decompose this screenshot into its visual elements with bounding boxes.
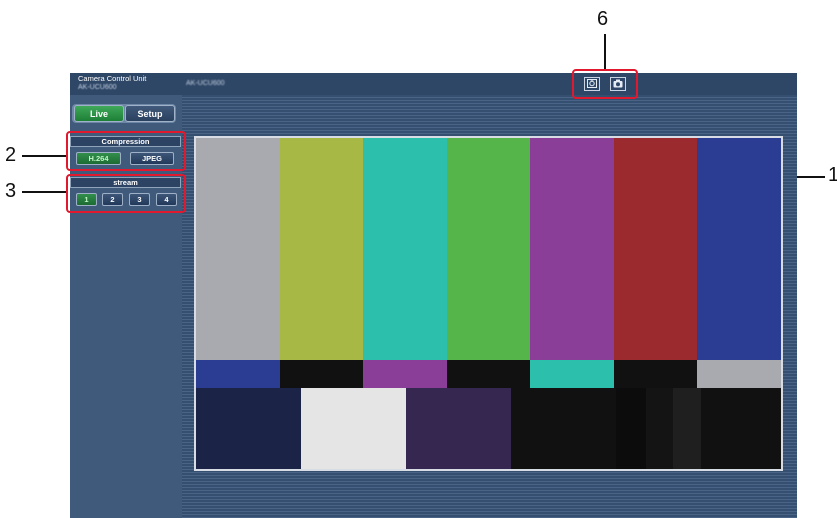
stream-3-button[interactable]: 3 xyxy=(129,193,150,206)
color-bar-bottom xyxy=(673,388,701,469)
compression-header: Compression xyxy=(70,136,181,147)
color-bar-middle xyxy=(279,360,364,388)
title-bar: Camera Control Unit AK-UCU600 AK-UCU600 xyxy=(70,73,797,95)
color-bar-bottom xyxy=(616,388,646,469)
callout-2-line xyxy=(22,155,67,157)
color-bar-middle xyxy=(363,360,448,388)
callout-3: 3 xyxy=(5,180,17,202)
color-bar-bottom xyxy=(646,388,673,469)
color-bar-top xyxy=(279,138,364,360)
color-bar-bottom xyxy=(406,388,511,469)
color-bar-top xyxy=(196,138,280,360)
callout-2: 2 xyxy=(5,144,17,166)
color-bar-top xyxy=(697,138,781,360)
compression-h264-button[interactable]: H.264 xyxy=(76,152,121,165)
color-bar-middle xyxy=(446,360,531,388)
stream-4-button[interactable]: 4 xyxy=(156,193,177,206)
app-model: AK-UCU600 xyxy=(78,84,117,91)
color-bar-bottom xyxy=(701,388,781,469)
app-title: Camera Control Unit xyxy=(78,74,147,83)
color-bar-top xyxy=(613,138,698,360)
tab-live[interactable]: Live xyxy=(74,105,124,122)
color-bar-middle xyxy=(530,360,615,388)
color-bar-bottom xyxy=(301,388,406,469)
color-bar-bottom xyxy=(511,388,616,469)
stream-2-button[interactable]: 2 xyxy=(102,193,123,206)
color-bar-top xyxy=(363,138,448,360)
color-bar-middle xyxy=(697,360,781,388)
toolbar-icons-highlight xyxy=(572,69,638,99)
callout-6-line xyxy=(604,34,606,69)
header-model: AK-UCU600 xyxy=(186,80,225,87)
stream-header: stream xyxy=(70,177,181,188)
compression-jpeg-button[interactable]: JPEG xyxy=(130,152,174,165)
color-bar-top xyxy=(446,138,531,360)
tab-setup[interactable]: Setup xyxy=(125,105,175,122)
color-bar-middle xyxy=(196,360,280,388)
color-bar-top xyxy=(530,138,615,360)
callout-6: 6 xyxy=(597,8,609,30)
callout-1: 1 xyxy=(828,164,837,186)
color-bar-middle xyxy=(613,360,698,388)
color-bar-bottom xyxy=(196,388,301,469)
live-video-display[interactable] xyxy=(194,136,783,471)
stream-1-button[interactable]: 1 xyxy=(76,193,97,206)
callout-3-line xyxy=(22,191,67,193)
